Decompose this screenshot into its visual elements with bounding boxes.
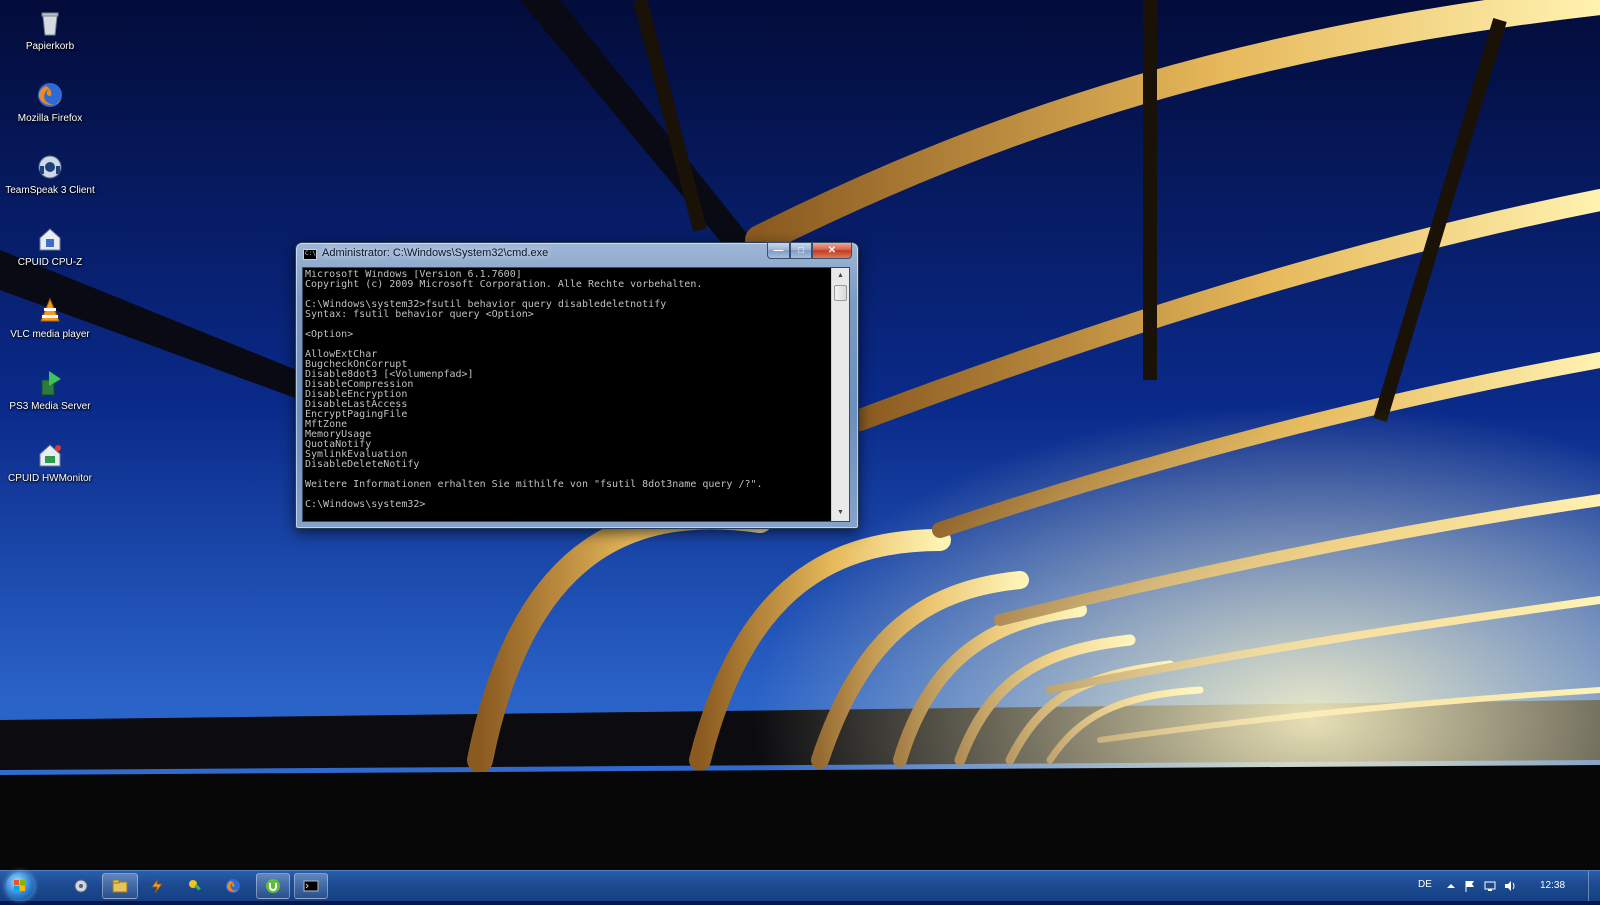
- show-desktop-button[interactable]: [1588, 871, 1600, 901]
- cmd-icon[interactable]: C:\: [303, 249, 317, 260]
- desktop-icon-label: TeamSpeak 3 Client: [5, 185, 95, 196]
- console-line: DisableDeleteNotify: [305, 459, 420, 470]
- taskbar-button-firefox[interactable]: [218, 873, 248, 899]
- console-line: MemoryUsage: [305, 429, 372, 440]
- winamp-icon: [151, 878, 164, 894]
- taskbar-button-utorrent[interactable]: [256, 873, 290, 899]
- show-hidden-icons-icon[interactable]: [1444, 879, 1458, 893]
- taskbar-button-network-config[interactable]: [66, 873, 96, 899]
- desktop-icon-hwmonitor[interactable]: CPUID HWMonitor: [0, 436, 100, 502]
- cpuz-icon: [39, 228, 61, 251]
- vertical-scrollbar[interactable]: ▲ ▼: [831, 268, 849, 521]
- close-button[interactable]: ✕: [812, 242, 852, 259]
- network-config-icon: [74, 879, 88, 893]
- hwmonitor-icon: [39, 444, 61, 467]
- console-line: <Option>: [305, 329, 354, 340]
- console-line: Syntax: fsutil behavior query <Option>: [305, 309, 534, 320]
- desktop-icon-label: Mozilla Firefox: [17, 113, 83, 124]
- desktop-icon-label: Papierkorb: [25, 41, 75, 52]
- utorrent-icon: [266, 879, 280, 893]
- volume-icon[interactable]: [1503, 879, 1517, 893]
- firefox-icon: [226, 879, 240, 893]
- console-area[interactable]: Microsoft Windows [Version 6.1.7600] Copy…: [302, 267, 850, 522]
- tool-icon: [189, 880, 201, 891]
- cmd-window[interactable]: C:\ Administrator: C:\Windows\System32\c…: [295, 242, 859, 529]
- desktop-icon-label: VLC media player: [10, 329, 90, 340]
- teamspeak-icon: [38, 155, 62, 179]
- desktop-icon-label: PS3 Media Server: [9, 401, 91, 412]
- start-button[interactable]: [6, 872, 34, 900]
- console-line: MftZone: [305, 419, 348, 430]
- window-title: Administrator: C:\Windows\System32\cmd.e…: [322, 247, 549, 259]
- desktop-icon-papierkorb[interactable]: Papierkorb: [0, 4, 100, 70]
- desktop-icon-teamspeak[interactable]: TeamSpeak 3 Client: [0, 148, 100, 214]
- console-line: Weitere Informationen erhalten Sie mithi…: [305, 479, 763, 490]
- network-icon[interactable]: [1483, 879, 1497, 893]
- cmd-icon: [303, 880, 319, 892]
- cmd-titlebar[interactable]: C:\ Administrator: C:\Windows\System32\c…: [296, 242, 858, 265]
- taskbar-button-tool[interactable]: [180, 873, 210, 899]
- scroll-up-arrow-icon[interactable]: ▲: [832, 268, 849, 284]
- action-center-flag-icon[interactable]: [1463, 879, 1477, 893]
- desktop-icon-firefox[interactable]: Mozilla Firefox: [0, 76, 100, 142]
- desktop-icon-vlc[interactable]: VLC media player: [0, 292, 100, 358]
- input-language-indicator[interactable]: DE: [1418, 879, 1432, 890]
- clock[interactable]: 12:38: [1540, 880, 1565, 891]
- recycle-bin-icon: [41, 12, 59, 36]
- desktop-icon-label: CPUID CPU-Z: [17, 257, 83, 268]
- ps3-media-server-icon: [41, 371, 61, 396]
- desktop-icon-ps3-media-server[interactable]: PS3 Media Server: [0, 364, 100, 430]
- scroll-down-arrow-icon[interactable]: ▼: [832, 505, 849, 521]
- minimize-button[interactable]: —: [767, 242, 790, 259]
- console-line: C:\Windows\system32>: [305, 499, 426, 510]
- console-line: Copyright (c) 2009 Microsoft Corporation…: [305, 279, 703, 290]
- desktop-icon-label: CPUID HWMonitor: [8, 473, 92, 484]
- taskbar: DE 12:38: [0, 870, 1600, 901]
- desktop-icon-cpuz[interactable]: CPUID CPU-Z: [0, 220, 100, 286]
- maximize-button[interactable]: □: [790, 242, 812, 259]
- console-output[interactable]: Microsoft Windows [Version 6.1.7600] Copy…: [305, 270, 829, 518]
- taskbar-button-cmd[interactable]: [294, 873, 328, 899]
- console-line: EncryptPagingFile: [305, 409, 408, 420]
- vlc-icon: [40, 297, 60, 322]
- scrollbar-thumb[interactable]: [834, 285, 847, 301]
- taskbar-button-winamp[interactable]: [142, 873, 172, 899]
- taskbar-button-explorer[interactable]: [102, 873, 138, 899]
- windows-logo-icon: [14, 880, 25, 891]
- windows-explorer-icon: [112, 879, 128, 893]
- firefox-icon: [38, 83, 62, 107]
